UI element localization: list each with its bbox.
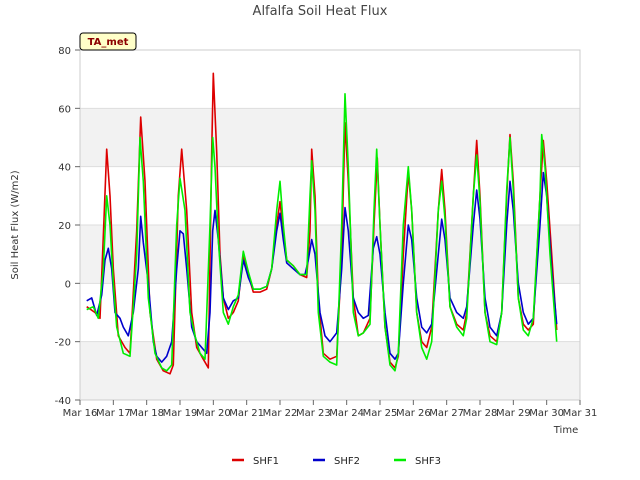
band [80,50,580,109]
x-tick-label: Mar 28 [463,408,498,419]
legend: SHF1 SHF2 SHF3 [232,456,441,467]
y-tick-label: 40 [58,163,71,174]
x-tick-label: Mar 30 [529,408,564,419]
y-tick-label: -20 [55,338,71,349]
band [80,108,580,167]
x-tick-label: Mar 23 [296,408,331,419]
legend-label-shf3: SHF3 [415,456,441,467]
band [80,283,580,342]
y-tick-label: 0 [65,279,71,290]
y-axis-label: Soil Heat Flux (W/m2) [10,170,21,279]
ta-met-badge: TA_met [79,32,137,51]
x-tick-label: Mar 16 [63,408,98,419]
x-tick-label: Mar 27 [429,408,464,419]
x-tick-label: Mar 25 [363,408,398,419]
x-tick-label: Mar 18 [129,408,164,419]
x-tick-label: Mar 31 [563,408,598,419]
x-axis-label: Time [553,425,578,436]
chart-title: Alfalfa Soil Heat Flux [253,4,388,19]
y-tick-label: 20 [58,221,71,232]
x-tick-label: Mar 17 [96,408,131,419]
x-tick-label: Mar 21 [229,408,264,419]
ta-met-badge-text: TA_met [88,37,129,48]
legend-label-shf2: SHF2 [334,456,360,467]
legend-label-shf1: SHF1 [253,456,279,467]
x-tick-label: Mar 20 [196,408,231,419]
x-tick-label: Mar 24 [329,408,364,419]
x-tick-label: Mar 22 [263,408,298,419]
chart: Alfalfa Soil Heat Flux -40 -20 0 20 40 60 80 Ma… [10,4,598,467]
y-tick-label: 60 [58,104,71,115]
x-tick-label: Mar 29 [496,408,531,419]
x-tick-label: Mar 26 [396,408,431,419]
y-tick-label: 80 [58,46,71,57]
x-tick-label: Mar 19 [163,408,198,419]
y-tick-label: -40 [55,396,71,407]
